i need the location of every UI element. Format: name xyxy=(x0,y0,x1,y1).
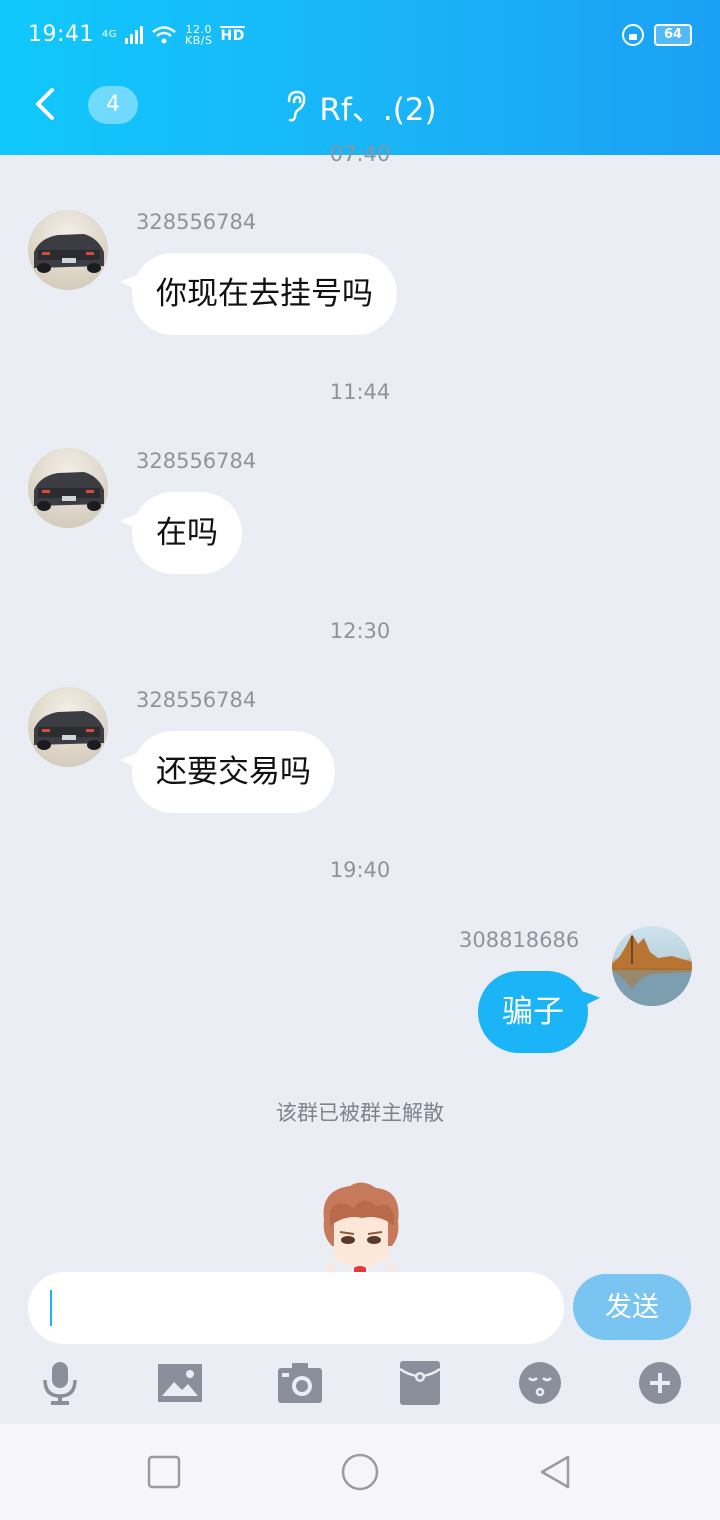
back-triangle-icon[interactable] xyxy=(538,1454,574,1490)
rotation-lock-icon xyxy=(622,24,644,46)
signal-icon xyxy=(125,25,144,44)
wifi-icon xyxy=(152,25,176,43)
speed-unit: KB/S xyxy=(185,33,213,47)
earpiece-mode-icon[interactable] xyxy=(283,89,307,123)
sticker-character xyxy=(310,1180,410,1272)
avatar[interactable] xyxy=(28,687,108,767)
sender-id: 308818686 xyxy=(459,928,580,952)
network-speed: 12.0 KB/S xyxy=(185,24,212,46)
network-type: 4G xyxy=(101,28,118,40)
emoji-icon[interactable] xyxy=(518,1360,562,1406)
chat-header: 19:41 4G 12.0 KB/S HD 64 4 Rf、.(2) xyxy=(0,0,720,155)
text-caret xyxy=(50,1290,52,1326)
timestamp: 11:44 xyxy=(329,380,391,404)
status-bar: 19:41 4G 12.0 KB/S HD xyxy=(28,22,245,47)
image-icon[interactable] xyxy=(158,1360,202,1406)
hd-voice-indicator: HD xyxy=(220,26,245,44)
message-input[interactable] xyxy=(28,1272,564,1344)
battery-indicator: 64 xyxy=(654,24,692,46)
timestamp: 19:40 xyxy=(329,858,391,882)
timestamp: 12:30 xyxy=(329,619,391,643)
microphone-icon[interactable] xyxy=(38,1360,82,1406)
status-time: 19:41 xyxy=(28,22,94,47)
timestamp: 07:40 xyxy=(329,142,391,166)
avatar[interactable] xyxy=(612,926,692,1006)
sender-id: 328556784 xyxy=(136,688,257,712)
recent-apps-icon[interactable] xyxy=(146,1454,182,1490)
message-bubble[interactable]: 在吗 xyxy=(132,492,242,574)
chat-title: Rf、.(2) xyxy=(319,91,437,128)
bubble-tail-self xyxy=(578,990,600,1010)
sender-id: 328556784 xyxy=(136,449,257,473)
title-area: Rf、.(2) xyxy=(0,84,720,128)
input-area: 发送 xyxy=(0,1272,720,1424)
car-photo xyxy=(34,234,104,273)
avatar[interactable] xyxy=(28,210,108,290)
send-button[interactable]: 发送 xyxy=(573,1274,691,1340)
message-bubble[interactable]: 还要交易吗 xyxy=(132,731,335,813)
plus-icon[interactable] xyxy=(638,1360,682,1406)
system-nav-bar xyxy=(0,1424,720,1520)
avatar[interactable] xyxy=(28,448,108,528)
red-packet-icon[interactable] xyxy=(398,1360,442,1406)
lake-photo xyxy=(612,934,692,1006)
status-right: 64 xyxy=(622,24,692,46)
message-bubble-self[interactable]: 骗子 xyxy=(478,971,588,1053)
car-photo xyxy=(34,711,104,750)
home-icon[interactable] xyxy=(340,1452,380,1492)
message-bubble[interactable]: 你现在去挂号吗 xyxy=(132,253,397,335)
car-photo xyxy=(34,472,104,511)
sender-id: 328556784 xyxy=(136,210,257,234)
input-toolbar xyxy=(0,1360,720,1410)
system-notice: 该群已被群主解散 xyxy=(276,1101,444,1125)
camera-icon[interactable] xyxy=(278,1360,322,1406)
